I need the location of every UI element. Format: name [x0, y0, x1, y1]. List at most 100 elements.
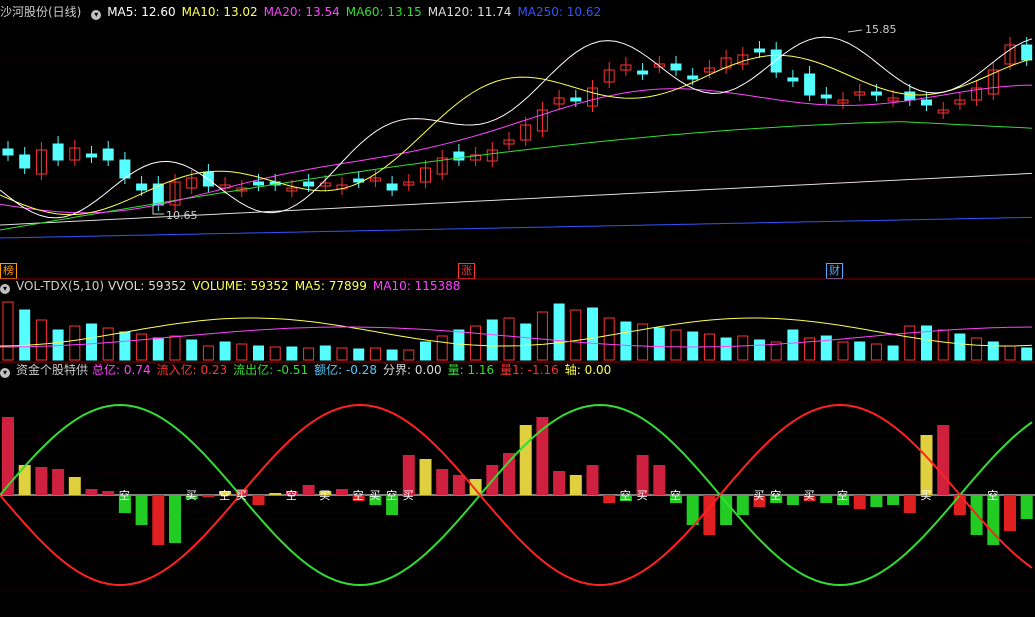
fund-flow-bar[interactable] [35, 467, 48, 495]
volume-bar[interactable] [86, 323, 97, 361]
volume-bar[interactable] [386, 349, 398, 361]
candle-body[interactable] [19, 154, 31, 169]
volume-bar[interactable] [937, 329, 949, 361]
fund-flow-bar[interactable] [252, 495, 265, 505]
candle-body[interactable] [787, 77, 799, 82]
volume-bar[interactable] [152, 337, 164, 361]
candle-body[interactable] [687, 75, 699, 80]
volume-bar[interactable] [670, 329, 682, 361]
volume-bar[interactable] [887, 345, 899, 361]
volume-bar[interactable] [837, 341, 849, 361]
candle-body[interactable] [253, 181, 264, 186]
candle-body[interactable] [921, 99, 932, 106]
candle-body[interactable] [820, 94, 832, 99]
candle-body[interactable] [52, 143, 64, 161]
fund-flow-bar[interactable] [853, 495, 866, 509]
volume-bar[interactable] [35, 319, 47, 361]
volume-bar[interactable] [470, 325, 482, 361]
fund-flow-bar[interactable] [269, 493, 282, 495]
volume-bar[interactable] [1021, 347, 1033, 361]
volume-bar-chart[interactable] [0, 292, 1035, 362]
candle-body[interactable] [870, 91, 882, 96]
fund-flow-bar[interactable] [52, 469, 65, 495]
fund-flow-bar[interactable] [603, 495, 616, 503]
fund-flow-chart[interactable]: 空买空买空买空买空买空买空买空买空买空 [0, 379, 1035, 617]
candle-body[interactable] [136, 183, 148, 191]
volume-bar[interactable] [253, 345, 264, 361]
volume-bar[interactable] [1004, 345, 1016, 361]
fund-flow-bar[interactable] [736, 495, 749, 515]
volume-bar[interactable] [102, 327, 114, 361]
volume-bar[interactable] [754, 339, 765, 361]
fund-flow-bar[interactable] [152, 495, 165, 545]
fund-flow-bar[interactable] [336, 489, 348, 495]
volume-bar[interactable] [286, 346, 298, 361]
candle-body[interactable] [570, 97, 582, 102]
volume-bar[interactable] [486, 319, 498, 361]
volume-bar[interactable] [436, 335, 448, 361]
fund-flow-bar[interactable] [469, 479, 482, 495]
fund-flow-bar[interactable] [169, 495, 181, 543]
volume-bar[interactable] [570, 309, 582, 361]
volume-bar[interactable] [737, 335, 749, 361]
volume-bar[interactable] [186, 339, 198, 361]
volume-bar[interactable] [954, 333, 966, 361]
fund-flow-bar[interactable] [2, 417, 14, 495]
fund-flow-bar[interactable] [85, 489, 98, 495]
candle-body[interactable] [770, 49, 782, 73]
fund-flow-bar[interactable] [503, 453, 515, 495]
candle-body[interactable] [386, 183, 398, 191]
candle-body[interactable] [637, 70, 649, 75]
fund-flow-bar[interactable] [102, 491, 115, 495]
fund-flow-bar[interactable] [953, 495, 966, 515]
fund-flow-bar[interactable] [436, 469, 449, 495]
fund-flow-bar[interactable] [18, 465, 31, 495]
volume-bar[interactable] [620, 321, 632, 361]
fund-flow-bar[interactable] [703, 495, 716, 535]
fund-flow-bar[interactable] [870, 495, 883, 507]
volume-bar[interactable] [971, 337, 983, 361]
volume-bar[interactable] [353, 348, 365, 361]
fund-flow-bar[interactable] [586, 465, 599, 495]
volume-bar[interactable] [319, 345, 331, 361]
candle-body[interactable] [2, 148, 14, 156]
candle-body[interactable] [670, 63, 682, 71]
volume-bar[interactable] [653, 327, 665, 361]
volume-bar[interactable] [219, 341, 231, 361]
fund-flow-bar[interactable] [887, 495, 900, 505]
volume-bar[interactable] [136, 333, 148, 361]
fund-flow-bar[interactable] [68, 477, 81, 495]
volume-bar[interactable] [536, 311, 548, 361]
candle-body[interactable] [804, 73, 816, 96]
fund-flow-bar[interactable] [903, 495, 916, 513]
price-candlestick-chart[interactable]: 15.85 10.65 [0, 0, 1035, 262]
candle-body[interactable] [86, 153, 97, 158]
fund-flow-bar[interactable] [653, 465, 666, 495]
fund-flow-bar[interactable] [1004, 495, 1016, 531]
volume-bar[interactable] [520, 323, 532, 361]
fund-flow-bar[interactable] [937, 425, 950, 495]
fund-flow-bar[interactable] [569, 475, 582, 495]
fund-flow-bar[interactable] [720, 495, 733, 525]
volume-bar[interactable] [687, 331, 699, 361]
volume-bar[interactable] [787, 329, 799, 361]
volume-bar[interactable] [269, 346, 281, 361]
candle-body[interactable] [904, 91, 916, 101]
candle-body[interactable] [102, 148, 114, 161]
volume-bar[interactable] [720, 337, 732, 361]
volume-bar[interactable] [603, 317, 615, 361]
volume-bar[interactable] [587, 307, 598, 361]
fund-flow-bar[interactable] [419, 459, 432, 495]
volume-bar[interactable] [236, 343, 248, 361]
volume-bar[interactable] [987, 341, 999, 361]
volume-bar[interactable] [870, 343, 882, 361]
volume-bar[interactable] [503, 317, 515, 361]
fund-flow-bar[interactable] [553, 471, 566, 495]
fund-flow-bar[interactable] [519, 425, 532, 495]
fund-flow-bar[interactable] [786, 495, 799, 505]
volume-bar[interactable] [336, 347, 348, 361]
candle-body[interactable] [152, 183, 164, 206]
fund-flow-bar[interactable] [820, 495, 833, 503]
volume-bar[interactable] [403, 349, 415, 361]
fund-flow-bar[interactable] [1020, 495, 1033, 519]
